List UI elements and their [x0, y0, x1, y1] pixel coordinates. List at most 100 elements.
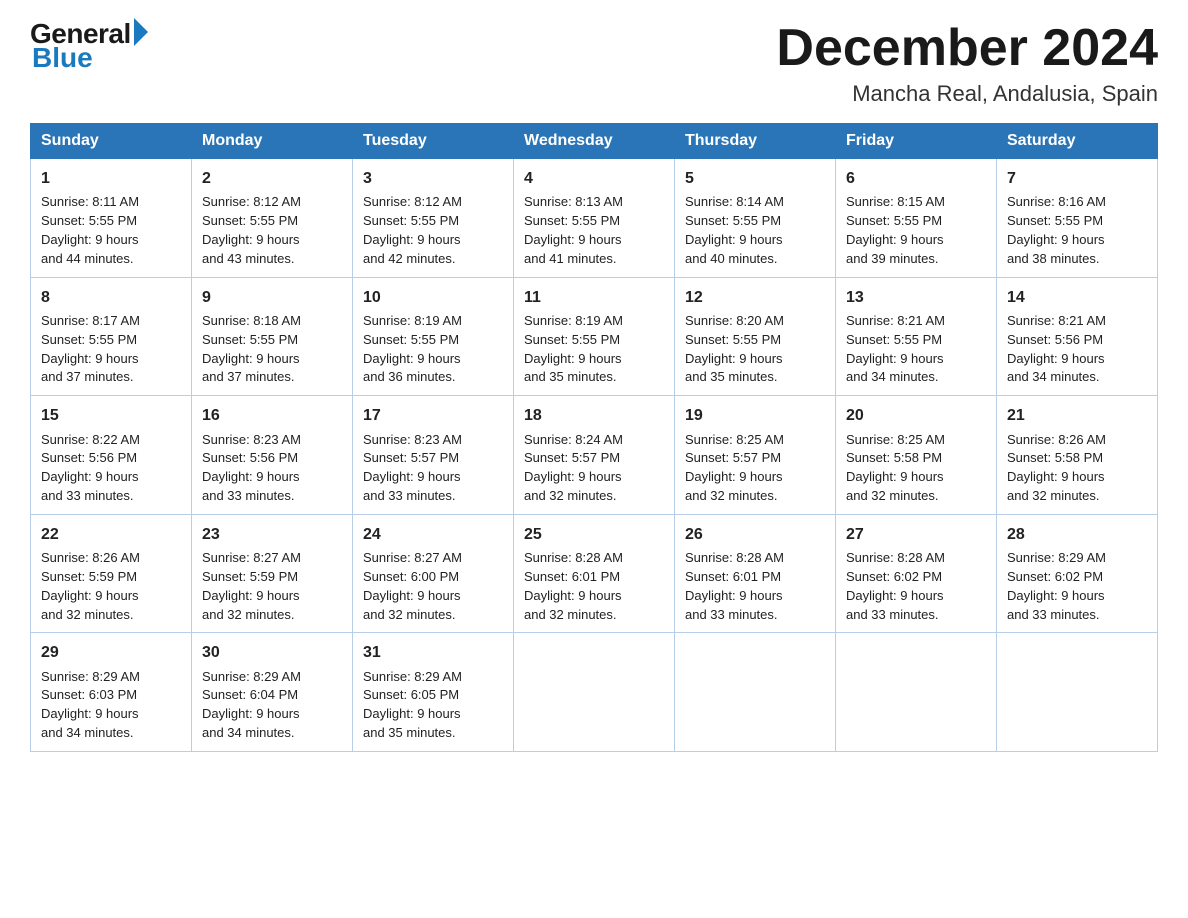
day-number: 2 — [202, 167, 342, 190]
day-info: Sunrise: 8:26 AMSunset: 5:59 PMDaylight:… — [41, 550, 140, 622]
day-info: Sunrise: 8:29 AMSunset: 6:03 PMDaylight:… — [41, 669, 140, 741]
day-number: 31 — [363, 641, 503, 664]
day-info: Sunrise: 8:19 AMSunset: 5:55 PMDaylight:… — [524, 313, 623, 385]
day-number: 12 — [685, 286, 825, 309]
calendar-cell: 11 Sunrise: 8:19 AMSunset: 5:55 PMDaylig… — [514, 277, 675, 396]
day-info: Sunrise: 8:27 AMSunset: 5:59 PMDaylight:… — [202, 550, 301, 622]
calendar-cell: 18 Sunrise: 8:24 AMSunset: 5:57 PMDaylig… — [514, 396, 675, 515]
day-number: 23 — [202, 523, 342, 546]
day-info: Sunrise: 8:24 AMSunset: 5:57 PMDaylight:… — [524, 432, 623, 504]
calendar-cell: 16 Sunrise: 8:23 AMSunset: 5:56 PMDaylig… — [192, 396, 353, 515]
title-block: December 2024 Mancha Real, Andalusia, Sp… — [776, 20, 1158, 107]
calendar-cell: 15 Sunrise: 8:22 AMSunset: 5:56 PMDaylig… — [31, 396, 192, 515]
day-info: Sunrise: 8:15 AMSunset: 5:55 PMDaylight:… — [846, 194, 945, 266]
day-info: Sunrise: 8:23 AMSunset: 5:56 PMDaylight:… — [202, 432, 301, 504]
day-number: 17 — [363, 404, 503, 427]
calendar-cell: 1 Sunrise: 8:11 AMSunset: 5:55 PMDayligh… — [31, 159, 192, 278]
calendar-cell: 7 Sunrise: 8:16 AMSunset: 5:55 PMDayligh… — [997, 159, 1158, 278]
calendar-week-1: 1 Sunrise: 8:11 AMSunset: 5:55 PMDayligh… — [31, 159, 1158, 278]
day-info: Sunrise: 8:29 AMSunset: 6:04 PMDaylight:… — [202, 669, 301, 741]
day-info: Sunrise: 8:16 AMSunset: 5:55 PMDaylight:… — [1007, 194, 1106, 266]
calendar-cell — [997, 633, 1158, 752]
calendar-cell: 14 Sunrise: 8:21 AMSunset: 5:56 PMDaylig… — [997, 277, 1158, 396]
logo-triangle-icon — [134, 18, 148, 46]
logo: General Blue — [30, 20, 148, 72]
calendar-cell: 19 Sunrise: 8:25 AMSunset: 5:57 PMDaylig… — [675, 396, 836, 515]
day-info: Sunrise: 8:27 AMSunset: 6:00 PMDaylight:… — [363, 550, 462, 622]
calendar-cell: 13 Sunrise: 8:21 AMSunset: 5:55 PMDaylig… — [836, 277, 997, 396]
calendar-cell: 6 Sunrise: 8:15 AMSunset: 5:55 PMDayligh… — [836, 159, 997, 278]
day-info: Sunrise: 8:17 AMSunset: 5:55 PMDaylight:… — [41, 313, 140, 385]
day-info: Sunrise: 8:22 AMSunset: 5:56 PMDaylight:… — [41, 432, 140, 504]
day-info: Sunrise: 8:29 AMSunset: 6:02 PMDaylight:… — [1007, 550, 1106, 622]
day-info: Sunrise: 8:13 AMSunset: 5:55 PMDaylight:… — [524, 194, 623, 266]
day-info: Sunrise: 8:21 AMSunset: 5:55 PMDaylight:… — [846, 313, 945, 385]
day-number: 8 — [41, 286, 181, 309]
day-info: Sunrise: 8:29 AMSunset: 6:05 PMDaylight:… — [363, 669, 462, 741]
day-number: 3 — [363, 167, 503, 190]
day-info: Sunrise: 8:26 AMSunset: 5:58 PMDaylight:… — [1007, 432, 1106, 504]
calendar-cell: 20 Sunrise: 8:25 AMSunset: 5:58 PMDaylig… — [836, 396, 997, 515]
day-info: Sunrise: 8:18 AMSunset: 5:55 PMDaylight:… — [202, 313, 301, 385]
day-info: Sunrise: 8:25 AMSunset: 5:58 PMDaylight:… — [846, 432, 945, 504]
day-number: 26 — [685, 523, 825, 546]
day-number: 6 — [846, 167, 986, 190]
header-wednesday: Wednesday — [514, 124, 675, 159]
day-info: Sunrise: 8:14 AMSunset: 5:55 PMDaylight:… — [685, 194, 784, 266]
calendar-cell: 22 Sunrise: 8:26 AMSunset: 5:59 PMDaylig… — [31, 514, 192, 633]
day-info: Sunrise: 8:25 AMSunset: 5:57 PMDaylight:… — [685, 432, 784, 504]
header-sunday: Sunday — [31, 124, 192, 159]
day-info: Sunrise: 8:28 AMSunset: 6:01 PMDaylight:… — [685, 550, 784, 622]
calendar-cell: 2 Sunrise: 8:12 AMSunset: 5:55 PMDayligh… — [192, 159, 353, 278]
day-number: 24 — [363, 523, 503, 546]
header-tuesday: Tuesday — [353, 124, 514, 159]
day-number: 5 — [685, 167, 825, 190]
day-info: Sunrise: 8:20 AMSunset: 5:55 PMDaylight:… — [685, 313, 784, 385]
calendar-cell: 25 Sunrise: 8:28 AMSunset: 6:01 PMDaylig… — [514, 514, 675, 633]
page-header: General Blue December 2024 Mancha Real, … — [30, 20, 1158, 107]
day-number: 4 — [524, 167, 664, 190]
day-number: 11 — [524, 286, 664, 309]
page-title: December 2024 — [776, 20, 1158, 77]
day-number: 19 — [685, 404, 825, 427]
calendar-week-4: 22 Sunrise: 8:26 AMSunset: 5:59 PMDaylig… — [31, 514, 1158, 633]
day-info: Sunrise: 8:11 AMSunset: 5:55 PMDaylight:… — [41, 194, 139, 266]
calendar-cell — [514, 633, 675, 752]
calendar-cell: 10 Sunrise: 8:19 AMSunset: 5:55 PMDaylig… — [353, 277, 514, 396]
day-info: Sunrise: 8:28 AMSunset: 6:01 PMDaylight:… — [524, 550, 623, 622]
header-saturday: Saturday — [997, 124, 1158, 159]
calendar-cell: 26 Sunrise: 8:28 AMSunset: 6:01 PMDaylig… — [675, 514, 836, 633]
calendar-cell — [836, 633, 997, 752]
calendar-cell: 27 Sunrise: 8:28 AMSunset: 6:02 PMDaylig… — [836, 514, 997, 633]
calendar-cell: 24 Sunrise: 8:27 AMSunset: 6:00 PMDaylig… — [353, 514, 514, 633]
day-number: 18 — [524, 404, 664, 427]
calendar-cell: 30 Sunrise: 8:29 AMSunset: 6:04 PMDaylig… — [192, 633, 353, 752]
calendar-cell: 9 Sunrise: 8:18 AMSunset: 5:55 PMDayligh… — [192, 277, 353, 396]
subtitle: Mancha Real, Andalusia, Spain — [776, 81, 1158, 107]
day-number: 25 — [524, 523, 664, 546]
day-info: Sunrise: 8:12 AMSunset: 5:55 PMDaylight:… — [202, 194, 301, 266]
calendar-cell: 8 Sunrise: 8:17 AMSunset: 5:55 PMDayligh… — [31, 277, 192, 396]
day-number: 27 — [846, 523, 986, 546]
calendar-week-5: 29 Sunrise: 8:29 AMSunset: 6:03 PMDaylig… — [31, 633, 1158, 752]
day-info: Sunrise: 8:19 AMSunset: 5:55 PMDaylight:… — [363, 313, 462, 385]
day-number: 20 — [846, 404, 986, 427]
calendar-table: Sunday Monday Tuesday Wednesday Thursday… — [30, 123, 1158, 752]
calendar-cell: 23 Sunrise: 8:27 AMSunset: 5:59 PMDaylig… — [192, 514, 353, 633]
calendar-header-row: Sunday Monday Tuesday Wednesday Thursday… — [31, 124, 1158, 159]
day-number: 16 — [202, 404, 342, 427]
calendar-cell: 29 Sunrise: 8:29 AMSunset: 6:03 PMDaylig… — [31, 633, 192, 752]
calendar-cell: 12 Sunrise: 8:20 AMSunset: 5:55 PMDaylig… — [675, 277, 836, 396]
day-number: 13 — [846, 286, 986, 309]
day-number: 9 — [202, 286, 342, 309]
calendar-cell: 5 Sunrise: 8:14 AMSunset: 5:55 PMDayligh… — [675, 159, 836, 278]
calendar-cell: 21 Sunrise: 8:26 AMSunset: 5:58 PMDaylig… — [997, 396, 1158, 515]
day-number: 28 — [1007, 523, 1147, 546]
calendar-cell: 31 Sunrise: 8:29 AMSunset: 6:05 PMDaylig… — [353, 633, 514, 752]
logo-blue-text: Blue — [32, 44, 148, 72]
day-number: 15 — [41, 404, 181, 427]
day-number: 14 — [1007, 286, 1147, 309]
day-number: 21 — [1007, 404, 1147, 427]
day-info: Sunrise: 8:28 AMSunset: 6:02 PMDaylight:… — [846, 550, 945, 622]
day-info: Sunrise: 8:21 AMSunset: 5:56 PMDaylight:… — [1007, 313, 1106, 385]
